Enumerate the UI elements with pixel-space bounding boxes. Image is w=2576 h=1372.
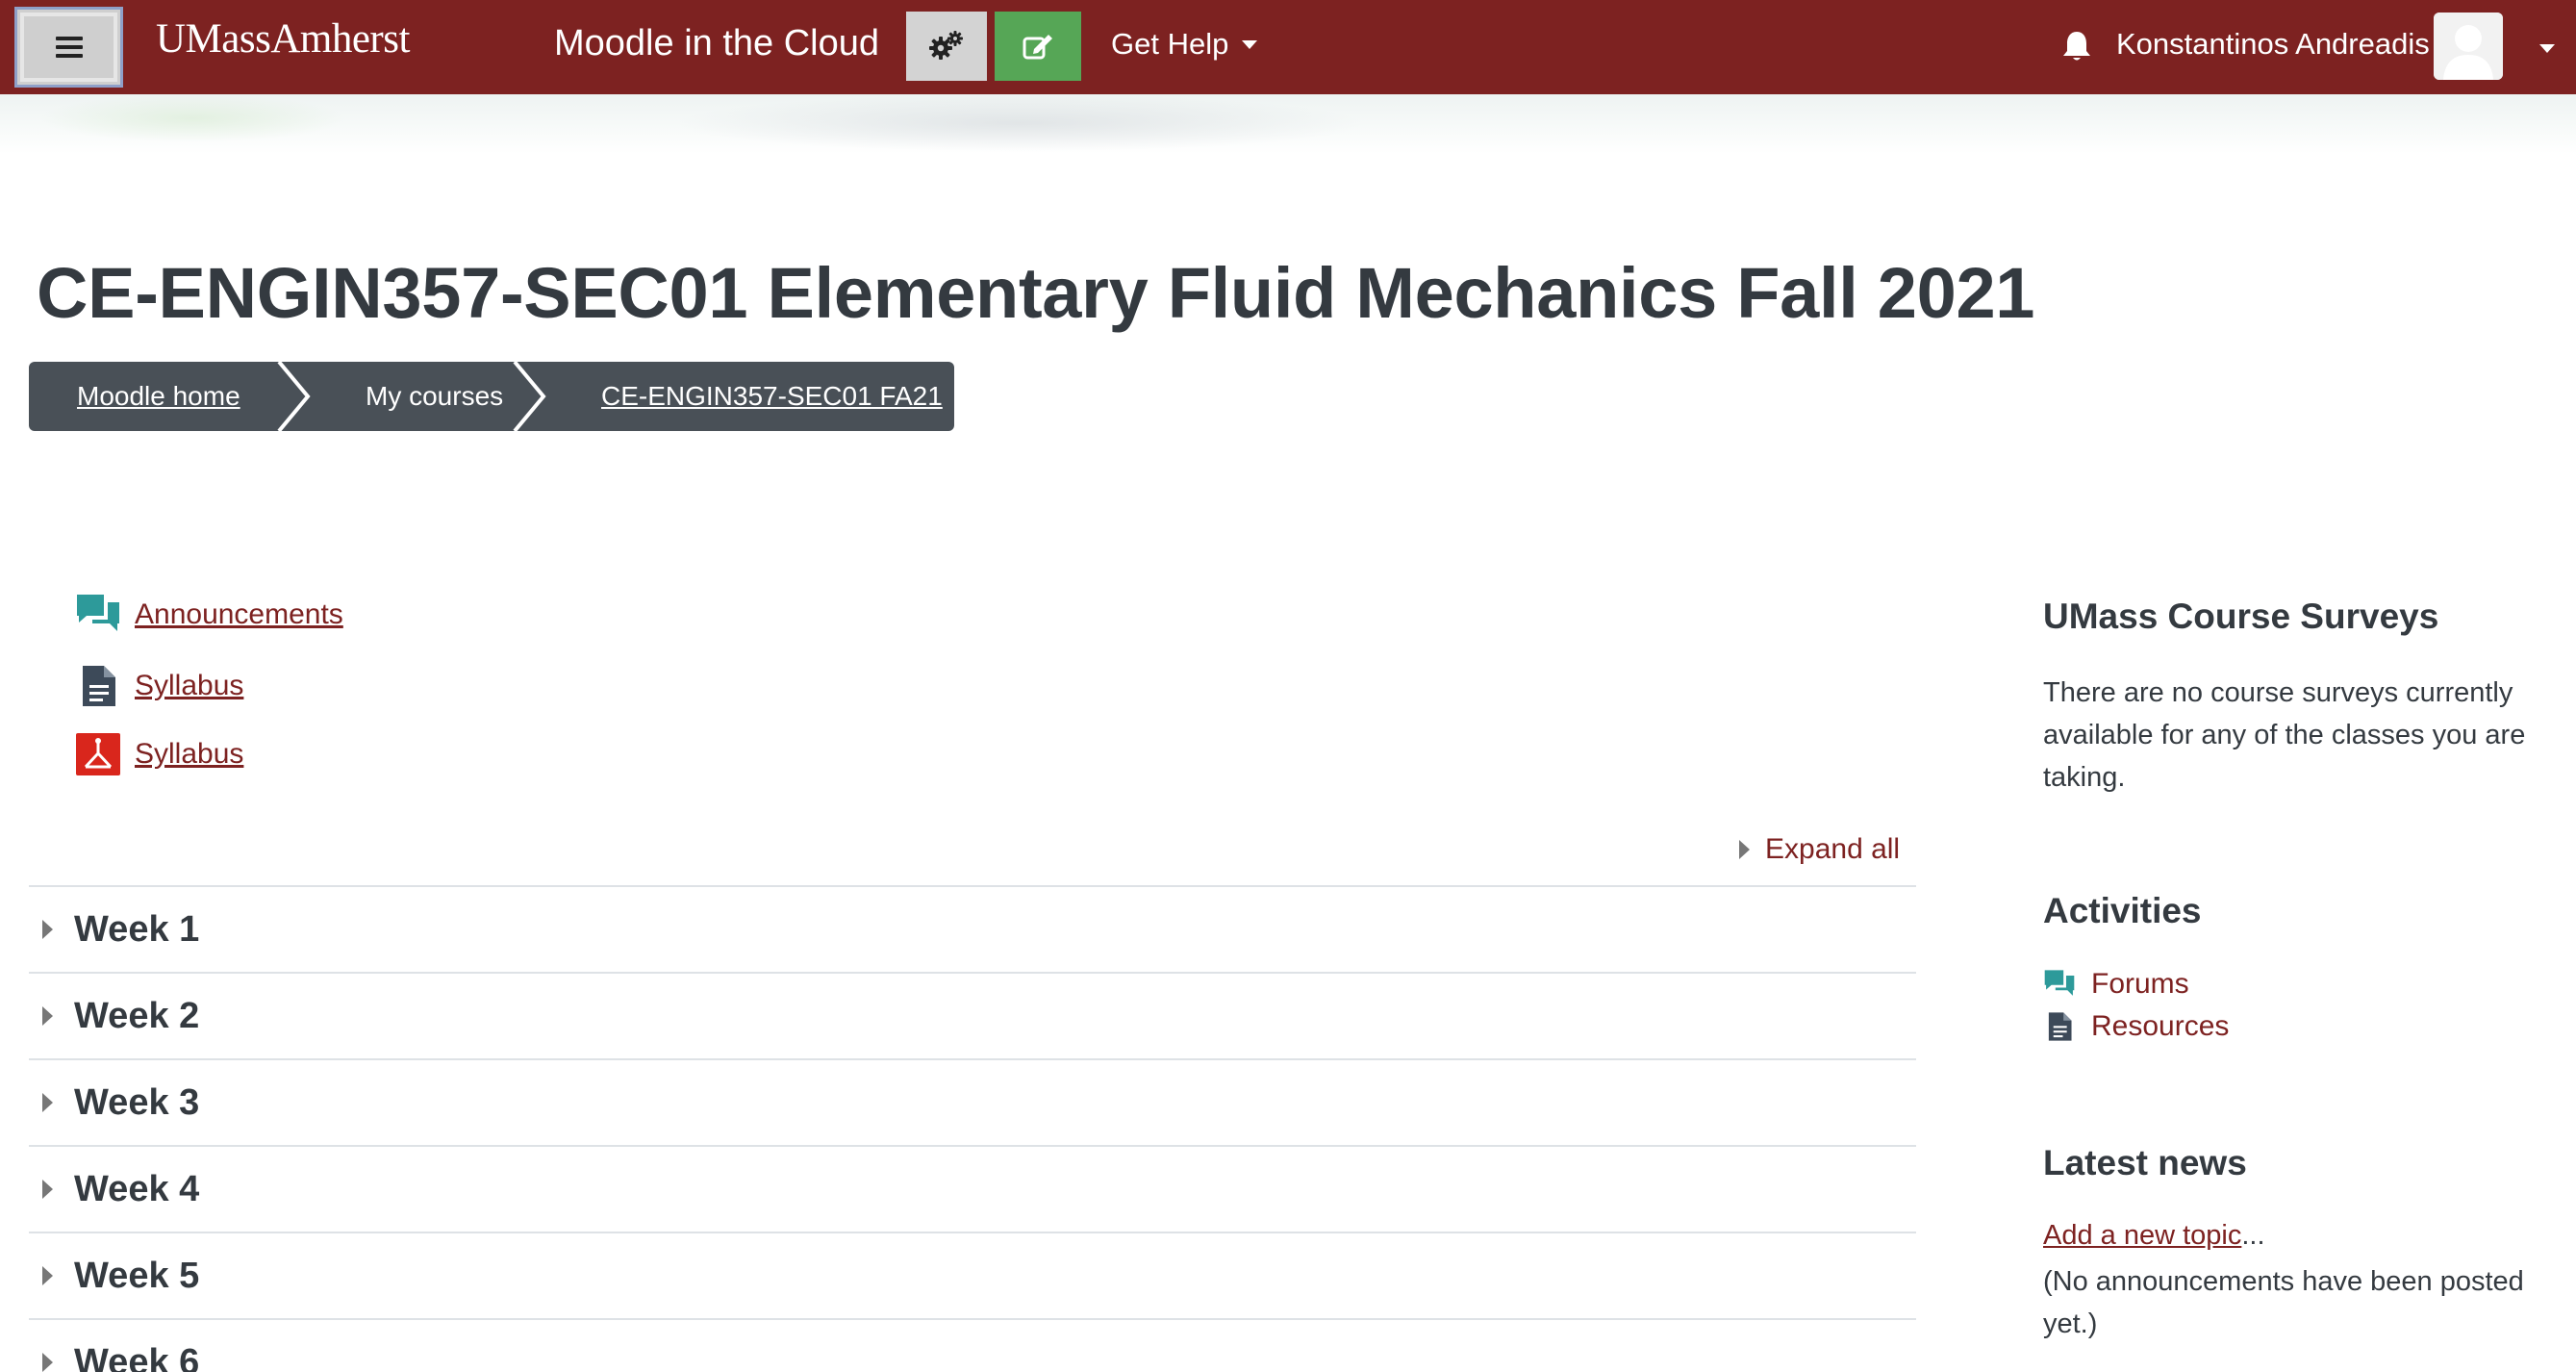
news-add-topic: Add a new topic... <box>2043 1220 2265 1252</box>
activity-link[interactable]: Syllabus <box>135 670 243 702</box>
forum-icon <box>77 595 119 631</box>
activities-block-title: Activities <box>2043 891 2202 930</box>
brand-logo[interactable]: UMassAmherst <box>156 15 410 63</box>
avatar-icon <box>2434 13 2503 80</box>
breadcrumb-item-my-courses: My courses <box>308 362 546 431</box>
activity-type-link[interactable]: Resources <box>2091 1010 2229 1043</box>
get-help-menu[interactable]: Get Help <box>1111 27 1258 62</box>
breadcrumb-link[interactable]: CE-ENGIN357-SEC01 FA21 <box>601 381 943 412</box>
breadcrumb: Moodle home My courses CE-ENGIN357-SEC01… <box>29 362 954 431</box>
breadcrumb-text: My courses <box>366 381 504 411</box>
drawer-toggle-button[interactable] <box>14 7 123 88</box>
section-title: Week 2 <box>74 995 200 1036</box>
site-name[interactable]: Moodle in the Cloud <box>554 23 879 64</box>
section-title: Week 3 <box>74 1081 200 1123</box>
user-menu-toggle[interactable] <box>2539 40 2555 58</box>
section-week-1[interactable]: Week 1 <box>29 885 1916 972</box>
caret-right-icon <box>42 1006 53 1026</box>
section-week-6[interactable]: Week 6 <box>29 1318 1916 1372</box>
activity-syllabus-pdf[interactable]: Syllabus <box>75 732 243 776</box>
caret-right-icon <box>42 1353 53 1372</box>
section-week-2[interactable]: Week 2 <box>29 972 1916 1058</box>
section-title: Week 1 <box>74 908 200 950</box>
add-topic-ellipsis: ... <box>2241 1220 2265 1251</box>
page-title: CE-ENGIN357-SEC01 Elementary Fluid Mecha… <box>37 253 2035 333</box>
settings-button[interactable] <box>906 12 987 81</box>
document-icon <box>83 666 115 706</box>
activity-announcements[interactable]: Announcements <box>75 593 343 637</box>
caret-right-icon <box>42 1266 53 1285</box>
caret-right-icon <box>1739 840 1750 859</box>
get-help-label: Get Help <box>1111 27 1229 61</box>
pdf-icon <box>76 733 120 775</box>
breadcrumb-link[interactable]: Moodle home <box>77 381 240 412</box>
caret-right-icon <box>42 920 53 939</box>
section-week-3[interactable]: Week 3 <box>29 1058 1916 1145</box>
activities-forums-link[interactable]: Forums <box>2043 968 2189 1001</box>
hamburger-icon <box>55 37 83 58</box>
add-topic-link[interactable]: Add a new topic <box>2043 1220 2241 1251</box>
chevron-down-icon <box>1242 39 1258 49</box>
activity-syllabus-page[interactable]: Syllabus <box>75 664 243 708</box>
breadcrumb-item-home[interactable]: Moodle home <box>29 362 311 431</box>
caret-right-icon <box>42 1180 53 1199</box>
edit-pencil-icon <box>1023 35 1052 60</box>
gears-icon <box>929 31 963 60</box>
surveys-block-title: UMass Course Surveys <box>2043 597 2439 636</box>
notifications-button[interactable] <box>2061 29 2092 68</box>
document-icon <box>2048 1012 2072 1041</box>
header-background <box>0 94 2576 154</box>
news-empty-text: (No announcements have been posted yet.) <box>2043 1266 2524 1339</box>
user-name[interactable]: Konstantinos Andreadis <box>2116 27 2430 62</box>
caret-right-icon <box>42 1093 53 1112</box>
breadcrumb-item-course[interactable]: CE-ENGIN357-SEC01 FA21 <box>543 362 943 431</box>
surveys-block-text: There are no course surveys currently av… <box>2043 677 2526 793</box>
user-avatar[interactable] <box>2434 13 2503 80</box>
activity-type-link[interactable]: Forums <box>2091 968 2189 1001</box>
section-title: Week 5 <box>74 1255 200 1296</box>
expand-all-label: Expand all <box>1765 833 1901 865</box>
activities-resources-link[interactable]: Resources <box>2043 1010 2229 1043</box>
section-title: Week 6 <box>74 1341 200 1372</box>
bell-icon <box>2063 32 2090 61</box>
news-block-title: Latest news <box>2043 1143 2247 1182</box>
course-sections: Week 1 Week 2 Week 3 Week 4 Week 5 Week … <box>29 885 1916 1372</box>
section-week-5[interactable]: Week 5 <box>29 1232 1916 1318</box>
top-navbar: UMassAmherst Moodle in the Cloud Get Hel… <box>0 0 2576 94</box>
edit-mode-button[interactable] <box>995 12 1081 81</box>
activity-link[interactable]: Announcements <box>135 598 343 631</box>
activity-link[interactable]: Syllabus <box>135 738 243 771</box>
chevron-down-icon <box>2539 44 2555 53</box>
section-title: Week 4 <box>74 1168 200 1209</box>
section-week-4[interactable]: Week 4 <box>29 1145 1916 1232</box>
forum-icon <box>2044 970 2075 996</box>
expand-all-toggle[interactable]: Expand all <box>1739 833 1900 866</box>
